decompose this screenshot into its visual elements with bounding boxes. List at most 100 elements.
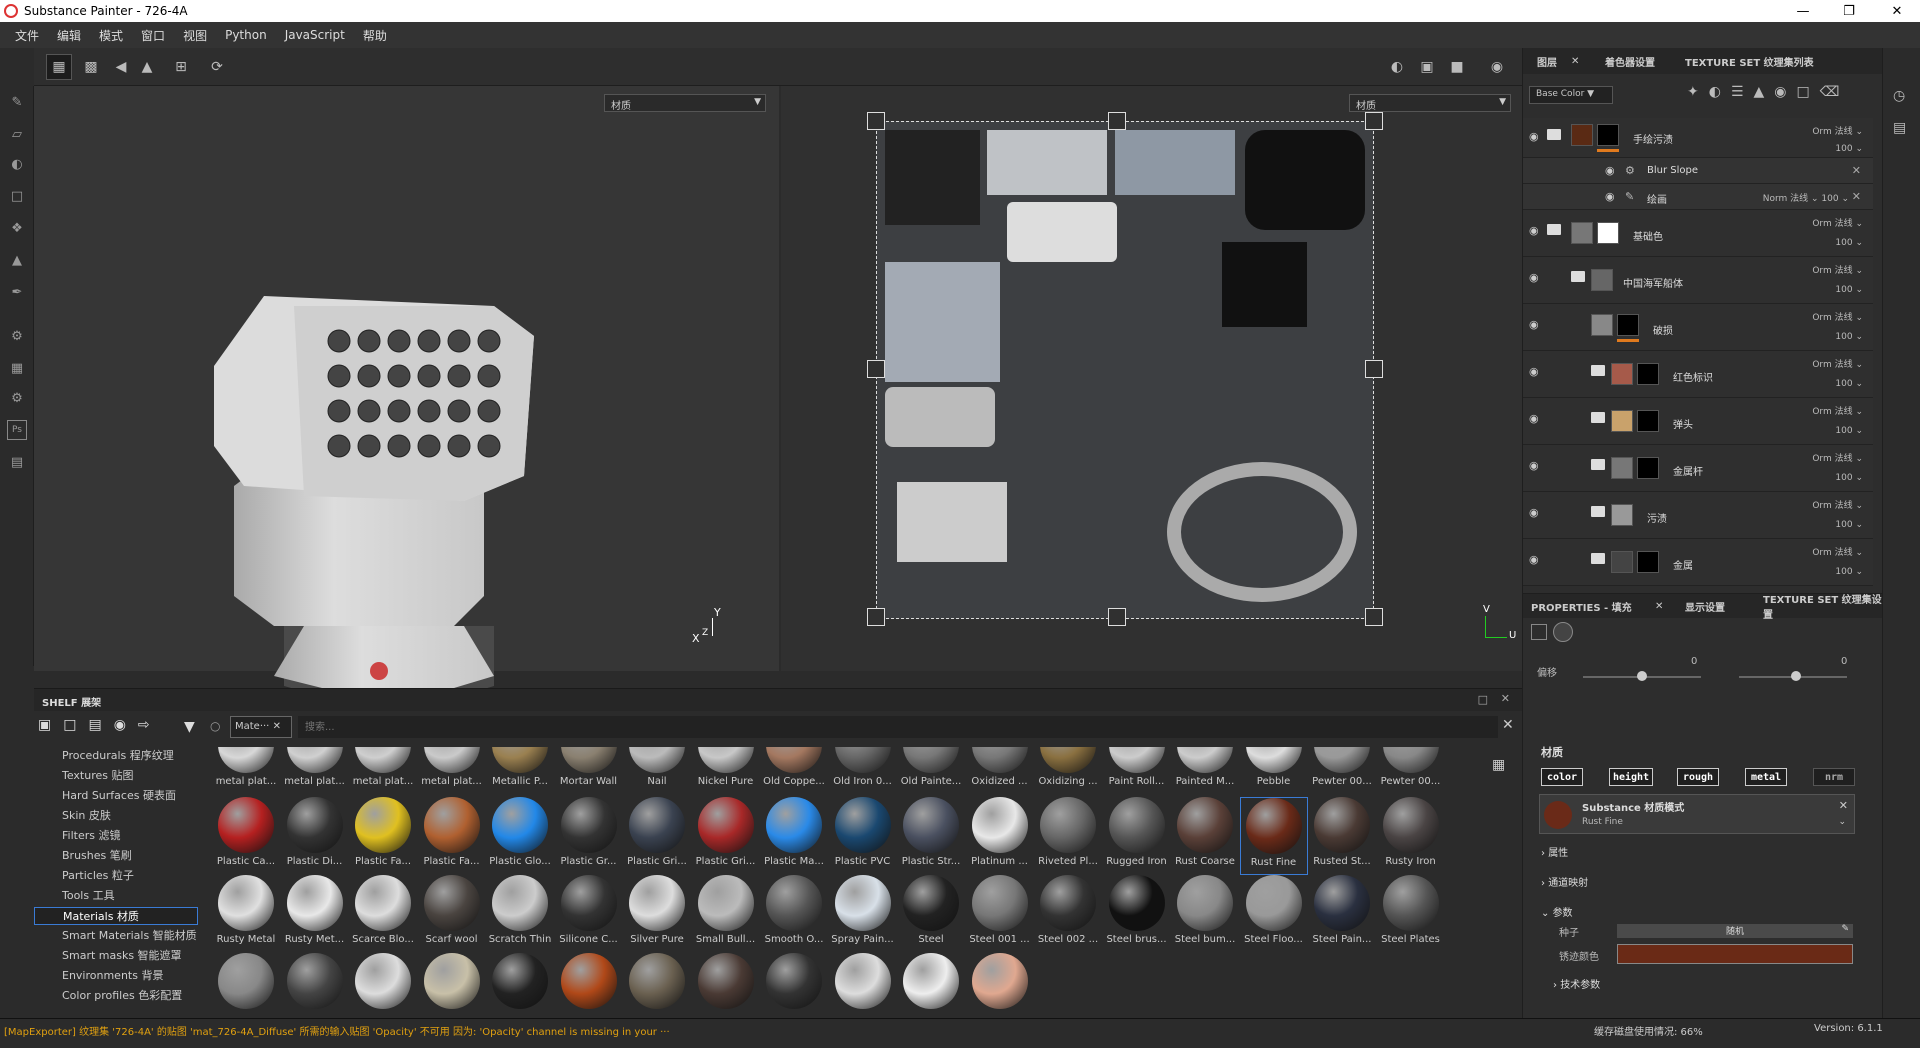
layer-opacity[interactable]: 100 ⌄ <box>1835 379 1863 389</box>
effect-blend[interactable]: Norm 法线 ⌄ 100 ⌄ <box>1763 191 1849 204</box>
layer-name[interactable]: 污渍 <box>1647 510 1667 525</box>
clear-search-icon[interactable]: ✕ <box>1502 717 1514 733</box>
polygon-fill-icon[interactable]: □ <box>7 186 27 206</box>
effect-item[interactable]: ◉ ⚙ Blur Slope ✕ <box>1523 158 1873 184</box>
channel-toggle-color[interactable]: color <box>1541 768 1583 786</box>
screenshot-icon[interactable]: ◉ <box>1484 54 1510 80</box>
material-thumbnail[interactable]: Riveted Pl... <box>1034 797 1102 875</box>
transform-handle-l[interactable] <box>867 360 885 378</box>
material-thumbnail[interactable]: Plastic Ma... <box>760 797 828 875</box>
material-thumbnail[interactable]: Plastic Fa... <box>418 797 486 875</box>
layer-opacity[interactable]: 100 ⌄ <box>1835 144 1863 154</box>
material-thumbnail[interactable] <box>692 953 760 1019</box>
layout-single-icon[interactable]: ▦ <box>46 54 72 80</box>
filter-funnel-icon[interactable]: ▼ <box>184 719 195 735</box>
menu-window[interactable]: 窗口 <box>132 27 174 44</box>
settings-icon[interactable]: ⚙ <box>7 326 27 346</box>
visibility-eye-icon[interactable]: ◉ <box>1529 271 1539 284</box>
grid-size-icon[interactable]: ▦ <box>1492 757 1505 773</box>
menu-mode[interactable]: 模式 <box>90 27 132 44</box>
layer-opacity[interactable]: 100 ⌄ <box>1835 520 1863 530</box>
import-icon[interactable]: ⇨ <box>138 717 162 733</box>
material-thumbnail[interactable]: Scratch Thin <box>486 875 554 953</box>
eraser-icon[interactable]: ▱ <box>7 124 27 144</box>
menu-python[interactable]: Python <box>216 28 276 42</box>
transform-handle-tr[interactable] <box>1365 112 1383 130</box>
seed-random-button[interactable]: 随机 ✎ <box>1617 924 1853 938</box>
tab-properties[interactable]: PROPERTIES - 填充 <box>1531 594 1632 618</box>
layer-blend-mode[interactable]: Orm 法线 ⌄ <box>1812 404 1863 417</box>
material-thumbnail[interactable]: Platinum ... <box>966 797 1034 875</box>
material-thumbnail[interactable]: Steel bum... <box>1171 875 1239 953</box>
export-icon[interactable]: ▤ <box>7 452 27 472</box>
filter-circle-icon[interactable]: ○ <box>210 719 220 733</box>
tab-properties-close-icon[interactable]: ✕ <box>1655 594 1663 618</box>
shelf-close-icon[interactable]: ✕ <box>1501 692 1510 705</box>
material-thumbnail[interactable]: Oxidizing ... <box>1034 747 1102 795</box>
remove-effect-icon[interactable]: ✕ <box>1852 190 1861 203</box>
material-thumbnail[interactable]: Rust Fine <box>1239 797 1308 875</box>
visibility-eye-icon[interactable]: ◉ <box>1529 318 1539 331</box>
material-thumbnail[interactable]: Steel Pain... <box>1308 875 1376 953</box>
material-thumbnail[interactable]: Oxidized ... <box>966 747 1034 795</box>
menu-edit[interactable]: 编辑 <box>48 27 90 44</box>
layer-item[interactable]: ◉ 手绘污渍 Orm 法线 ⌄ 100 ⌄ <box>1523 118 1873 158</box>
material-thumbnail[interactable]: Steel <box>897 875 965 953</box>
material-thumbnail[interactable] <box>623 953 691 1019</box>
layout-grid-icon[interactable]: ▩ <box>78 54 104 80</box>
material-thumbnail[interactable]: Old Coppe... <box>760 747 828 795</box>
camera-video-icon[interactable]: ■ <box>1444 54 1470 80</box>
add-folder-icon[interactable]: □ <box>1797 84 1820 100</box>
mirror-x-icon[interactable]: ◀ <box>108 54 134 80</box>
shelf-category-item[interactable]: Hard Surfaces 硬表面 <box>34 787 198 805</box>
layer-name[interactable]: 手绘污渍 <box>1633 131 1673 146</box>
log-icon[interactable]: ▤ <box>1893 120 1906 136</box>
material-thumbnail[interactable]: Old Iron 0... <box>829 747 897 795</box>
material-thumbnail[interactable]: Rusty Iron <box>1377 797 1445 875</box>
material-thumbnail[interactable] <box>897 953 965 1019</box>
material-thumbnail[interactable]: Steel Floo... <box>1240 875 1308 953</box>
viewport-3d[interactable]: 材质 ▼ Y X Z <box>34 86 779 716</box>
material-thumbnail[interactable]: metal plat... <box>212 747 280 795</box>
material-thumbnail[interactable]: Pebble <box>1240 747 1308 795</box>
material-thumbnail[interactable] <box>555 953 623 1019</box>
transform-handle-r[interactable] <box>1365 360 1383 378</box>
effect-icon[interactable]: ✦ <box>1687 84 1709 100</box>
material-thumbnail[interactable]: Plastic Str... <box>897 797 965 875</box>
material-thumbnail[interactable]: Rusty Metal <box>212 875 280 953</box>
visibility-eye-icon[interactable]: ◉ <box>1529 365 1539 378</box>
layer-item[interactable]: ◉ 金属杆 Orm 法线 ⌄ 100 ⌄ <box>1523 445 1873 492</box>
material-thumbnail[interactable]: Rugged Iron <box>1103 797 1171 875</box>
tab-shader-settings[interactable]: 着色器设置 <box>1605 48 1655 74</box>
material-thumbnail[interactable]: Scarce Blo... <box>349 875 417 953</box>
layer-blend-mode[interactable]: Orm 法线 ⌄ <box>1812 545 1863 558</box>
mirror-y-icon[interactable]: ▲ <box>134 54 160 80</box>
material-thumbnail[interactable]: Nickel Pure <box>692 747 760 795</box>
material-thumbnail[interactable]: Plastic Ca... <box>212 797 280 875</box>
folder-view-icon[interactable]: ▣ <box>38 717 63 733</box>
cube-icon[interactable]: ▣ <box>1414 54 1440 80</box>
shelf-category-item[interactable]: Color profiles 色彩配置 <box>34 987 198 1005</box>
visibility-eye-icon[interactable]: ◉ <box>1529 224 1539 237</box>
channel-select[interactable]: Base Color ▼ <box>1529 86 1613 104</box>
shelf-category-item[interactable]: Brushes 笔刷 <box>34 847 198 865</box>
section-tech-params[interactable]: › 技术参数 <box>1553 976 1600 991</box>
history-icon[interactable]: ⟳ <box>204 54 230 80</box>
tab-layers-close-icon[interactable]: ✕ <box>1571 48 1579 74</box>
expand-material-icon[interactable]: ⌄ <box>1838 817 1846 827</box>
tab-display-settings[interactable]: 显示设置 <box>1685 594 1725 618</box>
clone-stamp-icon[interactable]: ▲ <box>7 250 27 270</box>
history-clock-icon[interactable]: ◷ <box>1893 88 1905 104</box>
shelf-category-item[interactable]: Filters 滤镜 <box>34 827 198 845</box>
transform-handle-t[interactable] <box>1108 112 1126 130</box>
material-thumbnail[interactable] <box>486 953 554 1019</box>
material-thumbnail[interactable]: Spray Pain... <box>829 875 897 953</box>
material-thumbnail[interactable] <box>212 953 280 1019</box>
material-thumbnail[interactable]: Rusty Met... <box>281 875 349 953</box>
material-thumbnail[interactable] <box>349 953 417 1019</box>
channel-toggle-height[interactable]: height <box>1609 768 1653 786</box>
filter-tag-close-icon[interactable]: ✕ <box>273 721 281 732</box>
material-thumbnail[interactable]: Mortar Wall <box>555 747 623 795</box>
brush-icon[interactable]: ✎ <box>7 92 27 112</box>
viewport-2d[interactable]: 材质 ▼ V U <box>781 86 1522 671</box>
